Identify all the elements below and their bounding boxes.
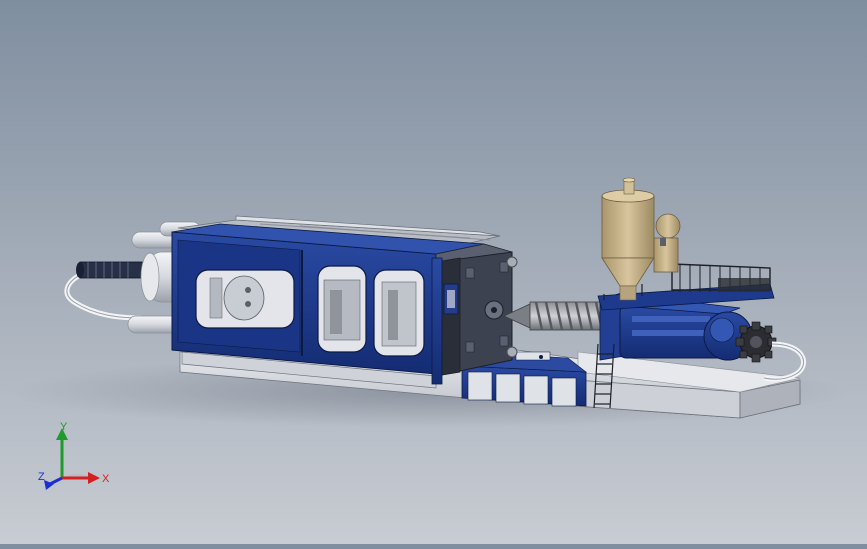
z-axis-arrow [49,476,63,486]
model-viewport[interactable] [0,0,867,544]
clamp-rear-cylinder [76,261,151,279]
rear-gear [735,321,777,363]
z-axis-label: Z [38,471,45,483]
x-axis-label: X [102,473,110,485]
hopper-dryer [601,177,681,301]
injection-molding-machine-model[interactable] [0,0,867,544]
y-axis-label: Y [60,421,68,433]
coordinate-triad: Y X Z [36,420,116,500]
